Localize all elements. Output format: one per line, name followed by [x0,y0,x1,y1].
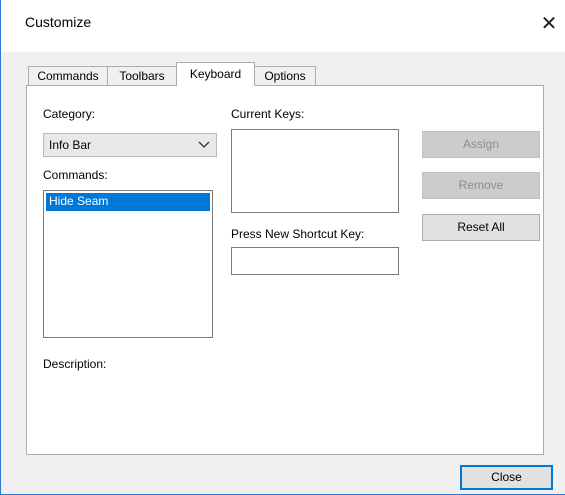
description-label: Description: [43,357,107,371]
assign-button[interactable]: Assign [422,131,540,158]
new-shortcut-input[interactable] [231,247,399,275]
tab-commands[interactable]: Commands [28,66,108,86]
close-window-icon[interactable]: ✕ [532,12,565,36]
category-label: Category: [43,107,96,121]
current-keys-label: Current Keys: [231,107,305,121]
commands-label: Commands: [43,168,108,182]
commands-listbox[interactable]: Hide Seam [43,190,213,338]
window-title: Customize [25,14,92,30]
tab-toolbars[interactable]: Toolbars [107,66,177,86]
chevron-down-icon [198,141,210,148]
tab-options[interactable]: Options [254,66,316,86]
list-item[interactable]: Hide Seam [46,193,210,211]
title-bar: Customize ✕ [1,0,565,52]
customize-dialog: Customize ✕ Commands Toolbars Keyboard O… [0,0,565,495]
current-keys-listbox[interactable] [231,129,399,213]
category-dropdown[interactable]: Info Bar [43,133,217,157]
reset-all-button[interactable]: Reset All [422,214,540,241]
close-button[interactable]: Close [460,465,553,490]
remove-button[interactable]: Remove [422,172,540,199]
category-value: Info Bar [49,138,92,152]
new-shortcut-label: Press New Shortcut Key: [231,227,365,241]
tab-keyboard[interactable]: Keyboard [176,62,255,86]
